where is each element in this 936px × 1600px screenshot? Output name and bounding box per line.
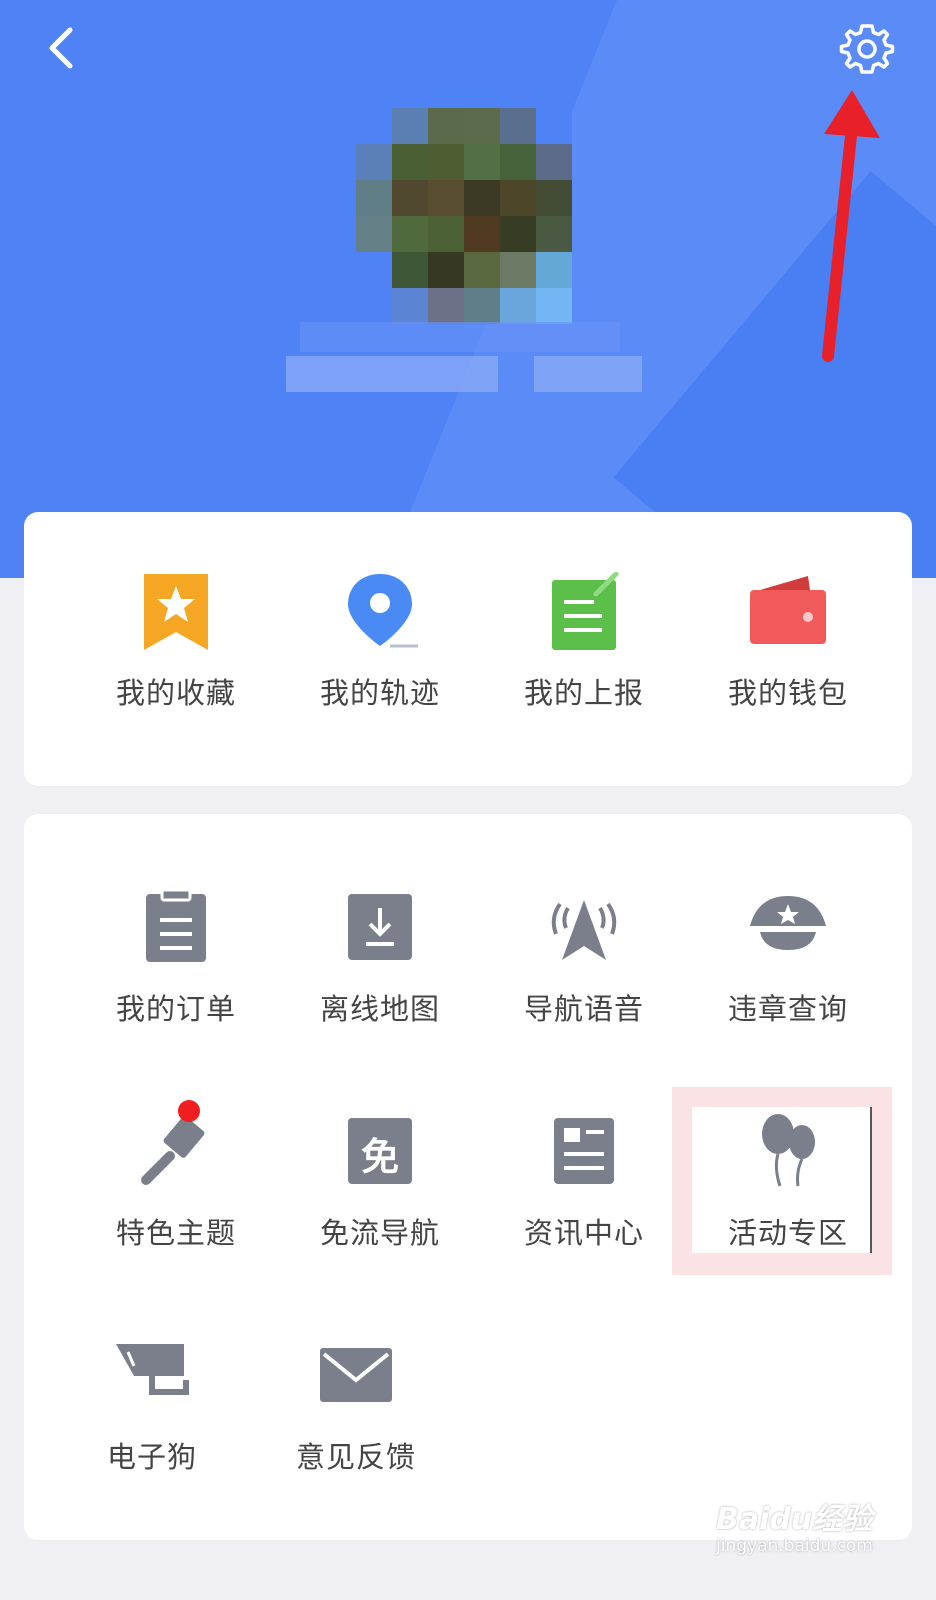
my-orders-item[interactable]: 我的订单 xyxy=(72,888,280,1088)
item-label: 离线地图 xyxy=(319,992,440,1026)
location-pin-icon xyxy=(348,574,418,648)
username-blurred xyxy=(300,322,620,352)
paint-brush-icon xyxy=(141,1116,205,1185)
offline-map-item[interactable]: 离线地图 xyxy=(276,888,484,1088)
my-wallet-item[interactable]: 我的钱包 xyxy=(684,572,892,772)
notification-badge xyxy=(178,1100,200,1122)
item-label: 我的轨迹 xyxy=(319,676,440,710)
themes-item[interactable]: 特色主题 xyxy=(72,1100,280,1312)
my-reports-item[interactable]: 我的上报 xyxy=(480,572,688,772)
item-label: 我的上报 xyxy=(523,676,644,710)
item-label: 活动专区 xyxy=(727,1216,848,1250)
download-map-icon xyxy=(348,894,412,960)
profile-header xyxy=(0,0,936,578)
item-label: 我的收藏 xyxy=(115,676,236,710)
my-favorites-item[interactable]: 我的收藏 xyxy=(72,572,280,772)
quick-actions-card: 我的收藏 我的轨迹 我的上报 我的钱包 xyxy=(24,512,912,786)
watermark: Baidu经验 jingyan.baidu.com xyxy=(716,1494,896,1574)
username-blurred xyxy=(534,356,642,392)
bookmark-star-icon xyxy=(144,574,208,650)
watermark-url: jingyan.baidu.com xyxy=(716,1536,873,1556)
gear-icon xyxy=(839,24,895,74)
back-button[interactable] xyxy=(36,22,88,74)
balloons-icon xyxy=(762,1114,815,1187)
item-label: 意见反馈 xyxy=(295,1440,416,1474)
violation-query-item[interactable]: 违章查询 xyxy=(684,888,892,1088)
news-center-item[interactable]: 资讯中心 xyxy=(480,1112,688,1312)
envelope-feedback-icon xyxy=(320,1348,392,1402)
navigation-voice-icon xyxy=(551,900,617,960)
avatar[interactable] xyxy=(356,108,572,324)
item-label: 资讯中心 xyxy=(523,1216,644,1250)
settings-button[interactable] xyxy=(838,20,896,78)
item-label: 电子狗 xyxy=(106,1440,197,1474)
item-label: 我的钱包 xyxy=(727,676,848,710)
watermark-logo: Baidu经验 xyxy=(716,1502,873,1537)
username-blurred xyxy=(286,356,498,392)
item-label: 我的订单 xyxy=(115,992,236,1026)
speed-camera-icon xyxy=(116,1344,189,1395)
item-label: 导航语音 xyxy=(523,992,644,1026)
speed-camera-item[interactable]: 电子狗 xyxy=(48,1336,256,1536)
wallet-icon xyxy=(750,576,826,644)
feedback-item[interactable]: 意见反馈 xyxy=(252,1336,460,1536)
free-data-nav-item[interactable]: 免 免流导航 xyxy=(276,1112,484,1312)
news-icon xyxy=(554,1118,614,1184)
police-cap-icon xyxy=(750,896,826,950)
clipboard-order-icon xyxy=(146,888,206,962)
activity-zone-item[interactable]: 活动专区 xyxy=(684,1112,892,1312)
annotation-arrow-icon xyxy=(822,90,880,362)
nav-voice-item[interactable]: 导航语音 xyxy=(480,888,688,1088)
report-note-icon xyxy=(552,572,619,650)
item-label: 特色主题 xyxy=(115,1216,236,1250)
item-label: 免流导航 xyxy=(319,1216,440,1250)
my-track-item[interactable]: 我的轨迹 xyxy=(276,572,484,772)
item-label: 违章查询 xyxy=(727,992,848,1026)
free-data-glyph: 免 xyxy=(360,1135,399,1179)
chevron-left-icon xyxy=(49,27,73,69)
